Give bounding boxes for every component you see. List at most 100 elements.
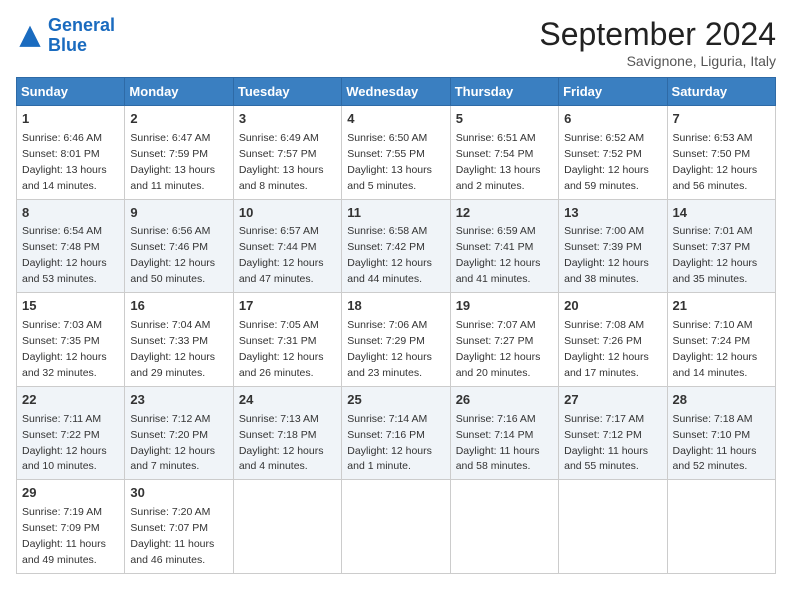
daylight-info: Daylight: 12 hours and 1 minute.: [347, 445, 432, 473]
sunset-info: Sunset: 7:16 PM: [347, 429, 425, 441]
calendar-cell: 7 Sunrise: 6:53 AM Sunset: 7:50 PM Dayli…: [667, 106, 775, 200]
week-row-2: 8 Sunrise: 6:54 AM Sunset: 7:48 PM Dayli…: [17, 199, 776, 293]
calendar-cell: 5 Sunrise: 6:51 AM Sunset: 7:54 PM Dayli…: [450, 106, 558, 200]
day-number: 1: [22, 110, 119, 129]
sunrise-info: Sunrise: 7:00 AM: [564, 225, 644, 237]
sunrise-info: Sunrise: 6:56 AM: [130, 225, 210, 237]
calendar-cell: 29 Sunrise: 7:19 AM Sunset: 7:09 PM Dayl…: [17, 480, 125, 574]
week-row-5: 29 Sunrise: 7:19 AM Sunset: 7:09 PM Dayl…: [17, 480, 776, 574]
sunrise-info: Sunrise: 7:05 AM: [239, 319, 319, 331]
daylight-info: Daylight: 12 hours and 47 minutes.: [239, 257, 324, 285]
week-row-1: 1 Sunrise: 6:46 AM Sunset: 8:01 PM Dayli…: [17, 106, 776, 200]
day-number: 25: [347, 391, 444, 410]
daylight-info: Daylight: 11 hours and 58 minutes.: [456, 445, 540, 473]
sunset-info: Sunset: 7:22 PM: [22, 429, 100, 441]
logo-text: General Blue: [48, 16, 115, 56]
daylight-info: Daylight: 11 hours and 52 minutes.: [673, 445, 757, 473]
sunset-info: Sunset: 7:14 PM: [456, 429, 534, 441]
day-number: 27: [564, 391, 661, 410]
day-number: 23: [130, 391, 227, 410]
day-number: 10: [239, 204, 336, 223]
page-header: General Blue September 2024 Savignone, L…: [16, 16, 776, 69]
logo-icon: [16, 22, 44, 50]
daylight-info: Daylight: 12 hours and 41 minutes.: [456, 257, 541, 285]
sunrise-info: Sunrise: 6:47 AM: [130, 132, 210, 144]
day-number: 16: [130, 297, 227, 316]
calendar-cell: 11 Sunrise: 6:58 AM Sunset: 7:42 PM Dayl…: [342, 199, 450, 293]
sunset-info: Sunset: 7:44 PM: [239, 241, 317, 253]
daylight-info: Daylight: 12 hours and 10 minutes.: [22, 445, 107, 473]
sunrise-info: Sunrise: 7:14 AM: [347, 413, 427, 425]
daylight-info: Daylight: 13 hours and 14 minutes.: [22, 164, 107, 192]
week-row-3: 15 Sunrise: 7:03 AM Sunset: 7:35 PM Dayl…: [17, 293, 776, 387]
calendar-cell: 24 Sunrise: 7:13 AM Sunset: 7:18 PM Dayl…: [233, 386, 341, 480]
sunset-info: Sunset: 7:35 PM: [22, 335, 100, 347]
calendar-cell: 16 Sunrise: 7:04 AM Sunset: 7:33 PM Dayl…: [125, 293, 233, 387]
day-number: 24: [239, 391, 336, 410]
day-number: 22: [22, 391, 119, 410]
col-header-friday: Friday: [559, 78, 667, 106]
sunset-info: Sunset: 7:48 PM: [22, 241, 100, 253]
day-number: 5: [456, 110, 553, 129]
calendar-cell: 8 Sunrise: 6:54 AM Sunset: 7:48 PM Dayli…: [17, 199, 125, 293]
day-number: 28: [673, 391, 770, 410]
sunrise-info: Sunrise: 7:10 AM: [673, 319, 753, 331]
sunrise-info: Sunrise: 7:17 AM: [564, 413, 644, 425]
sunset-info: Sunset: 7:29 PM: [347, 335, 425, 347]
day-number: 26: [456, 391, 553, 410]
daylight-info: Daylight: 12 hours and 20 minutes.: [456, 351, 541, 379]
sunset-info: Sunset: 7:31 PM: [239, 335, 317, 347]
sunset-info: Sunset: 7:52 PM: [564, 148, 642, 160]
sunrise-info: Sunrise: 7:04 AM: [130, 319, 210, 331]
day-number: 19: [456, 297, 553, 316]
calendar-cell: 21 Sunrise: 7:10 AM Sunset: 7:24 PM Dayl…: [667, 293, 775, 387]
sunrise-info: Sunrise: 7:01 AM: [673, 225, 753, 237]
calendar-cell: 6 Sunrise: 6:52 AM Sunset: 7:52 PM Dayli…: [559, 106, 667, 200]
sunrise-info: Sunrise: 6:53 AM: [673, 132, 753, 144]
sunset-info: Sunset: 7:59 PM: [130, 148, 208, 160]
calendar-cell: 12 Sunrise: 6:59 AM Sunset: 7:41 PM Dayl…: [450, 199, 558, 293]
sunrise-info: Sunrise: 6:50 AM: [347, 132, 427, 144]
calendar-cell: [559, 480, 667, 574]
sunset-info: Sunset: 7:12 PM: [564, 429, 642, 441]
calendar-cell: 14 Sunrise: 7:01 AM Sunset: 7:37 PM Dayl…: [667, 199, 775, 293]
daylight-info: Daylight: 11 hours and 46 minutes.: [130, 538, 214, 566]
sunset-info: Sunset: 7:55 PM: [347, 148, 425, 160]
sunrise-info: Sunrise: 7:12 AM: [130, 413, 210, 425]
daylight-info: Daylight: 13 hours and 2 minutes.: [456, 164, 541, 192]
sunset-info: Sunset: 7:09 PM: [22, 522, 100, 534]
calendar-cell: [342, 480, 450, 574]
calendar-cell: 9 Sunrise: 6:56 AM Sunset: 7:46 PM Dayli…: [125, 199, 233, 293]
sunset-info: Sunset: 7:24 PM: [673, 335, 751, 347]
sunset-info: Sunset: 8:01 PM: [22, 148, 100, 160]
daylight-info: Daylight: 12 hours and 53 minutes.: [22, 257, 107, 285]
daylight-info: Daylight: 12 hours and 4 minutes.: [239, 445, 324, 473]
title-block: September 2024 Savignone, Liguria, Italy: [539, 16, 776, 69]
sunrise-info: Sunrise: 7:16 AM: [456, 413, 536, 425]
calendar-cell: 25 Sunrise: 7:14 AM Sunset: 7:16 PM Dayl…: [342, 386, 450, 480]
sunset-info: Sunset: 7:46 PM: [130, 241, 208, 253]
day-number: 3: [239, 110, 336, 129]
sunset-info: Sunset: 7:54 PM: [456, 148, 534, 160]
sunrise-info: Sunrise: 7:11 AM: [22, 413, 101, 425]
daylight-info: Daylight: 12 hours and 44 minutes.: [347, 257, 432, 285]
calendar-cell: 28 Sunrise: 7:18 AM Sunset: 7:10 PM Dayl…: [667, 386, 775, 480]
col-header-thursday: Thursday: [450, 78, 558, 106]
sunrise-info: Sunrise: 6:51 AM: [456, 132, 536, 144]
calendar-cell: 20 Sunrise: 7:08 AM Sunset: 7:26 PM Dayl…: [559, 293, 667, 387]
calendar-cell: [667, 480, 775, 574]
calendar-table: SundayMondayTuesdayWednesdayThursdayFrid…: [16, 77, 776, 574]
daylight-info: Daylight: 12 hours and 59 minutes.: [564, 164, 649, 192]
sunrise-info: Sunrise: 7:03 AM: [22, 319, 102, 331]
calendar-cell: 1 Sunrise: 6:46 AM Sunset: 8:01 PM Dayli…: [17, 106, 125, 200]
daylight-info: Daylight: 13 hours and 5 minutes.: [347, 164, 432, 192]
header-row: SundayMondayTuesdayWednesdayThursdayFrid…: [17, 78, 776, 106]
daylight-info: Daylight: 12 hours and 32 minutes.: [22, 351, 107, 379]
day-number: 7: [673, 110, 770, 129]
sunrise-info: Sunrise: 7:19 AM: [22, 506, 102, 518]
sunset-info: Sunset: 7:27 PM: [456, 335, 534, 347]
day-number: 30: [130, 484, 227, 503]
sunset-info: Sunset: 7:41 PM: [456, 241, 534, 253]
day-number: 29: [22, 484, 119, 503]
daylight-info: Daylight: 11 hours and 49 minutes.: [22, 538, 106, 566]
